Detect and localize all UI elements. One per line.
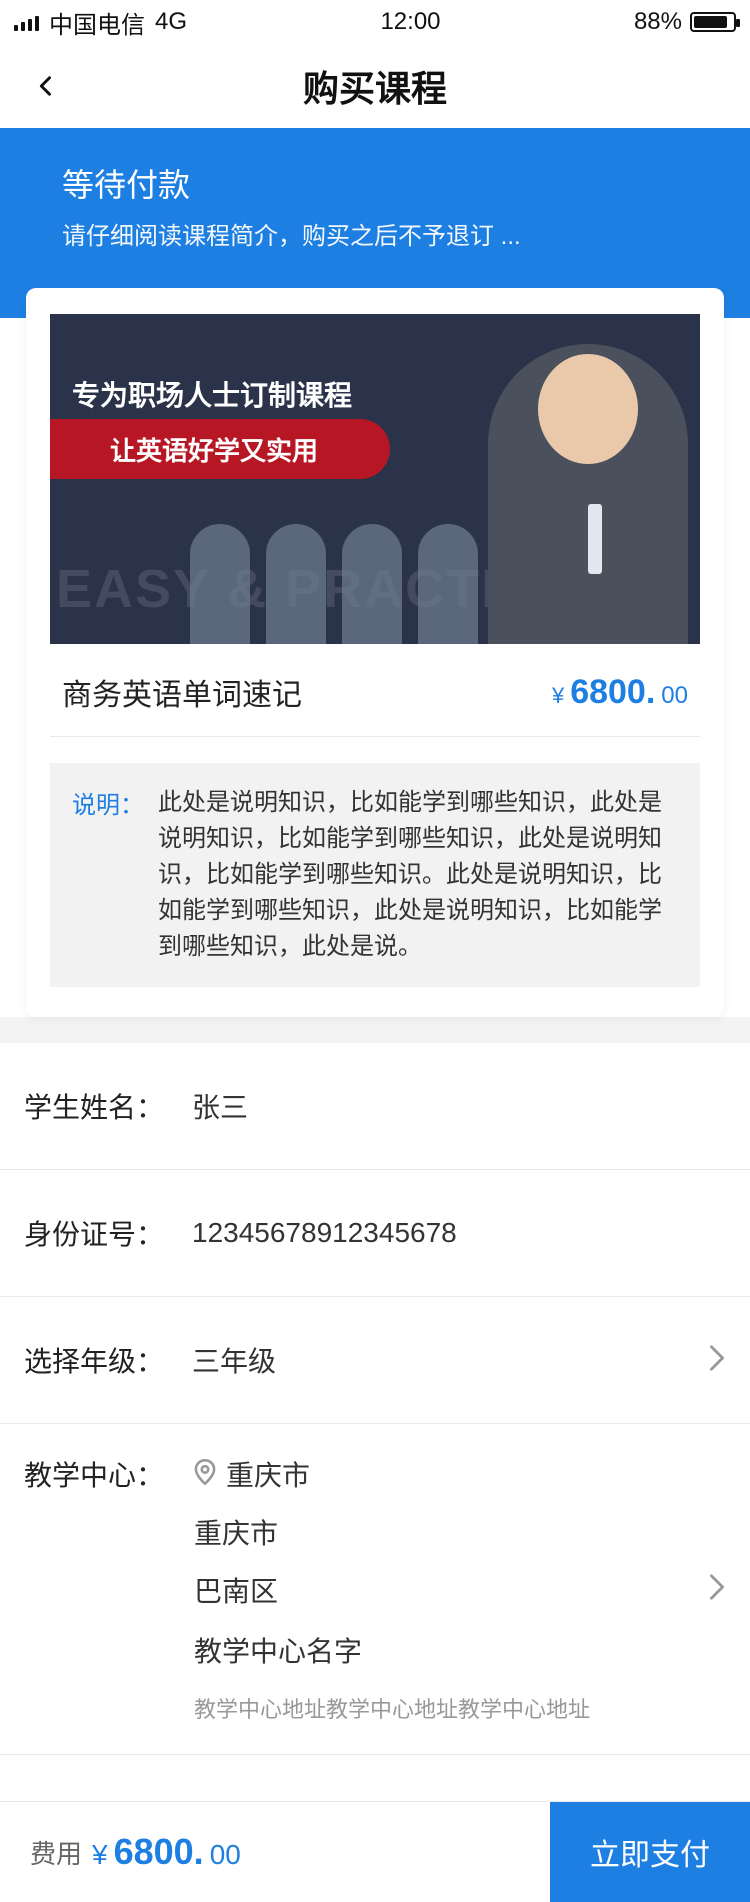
grade-label: 选择年级：	[24, 1346, 165, 1377]
price-integer: 6800.	[570, 672, 656, 711]
description-label: 说明：	[72, 792, 144, 819]
price-decimal: 00	[661, 681, 688, 709]
order-status-desc: 请仔细阅读课程简介，购买之后不予退订 ...	[62, 223, 521, 250]
center-address: 教学中心地址教学中心地址教学中心地址	[194, 1697, 591, 1722]
order-status-title: 等待付款	[62, 167, 191, 203]
checkout-bar: 费用 ¥ 6800. 00 立即支付	[0, 1801, 750, 1902]
course-image-ribbon: 让英语好学又实用	[50, 419, 390, 479]
province-text: 重庆市	[226, 1460, 311, 1491]
course-description-box: 说明： 此处是说明知识，比如能学到哪些知识，此处是说明知识，比如能学到哪些知识，…	[50, 763, 700, 987]
battery-icon	[690, 12, 740, 32]
student-name-value[interactable]: 张三	[192, 1086, 248, 1126]
id-number-left: 身份证号： 12345678912345678	[24, 1213, 457, 1253]
student-name-label: 学生姓名：	[24, 1092, 165, 1123]
chevron-right-icon	[710, 1344, 724, 1371]
network-text: 4G	[155, 8, 188, 35]
description-text: 此处是说明知识，比如能学到哪些知识，此处是说明知识，比如能学到哪些知识，此处是说…	[158, 789, 662, 960]
pay-button[interactable]: 立即支付	[550, 1802, 750, 1902]
fee-currency: ¥	[92, 1839, 108, 1870]
people-illustration	[190, 494, 490, 644]
page-title: 购买课程	[302, 68, 447, 109]
course-image: 专为职场人士订制课程 让英语好学又实用 EASY & PRACTICAL	[50, 314, 700, 644]
teaching-center-label: 教学中心：	[24, 1460, 165, 1491]
time-text: 12:00	[380, 8, 441, 35]
carrier-text: 中国电信	[49, 11, 145, 39]
teaching-center-left: 教学中心： 重庆市 重庆市 巴南区 教学中心名字 教学中心地址教学中心地址教学中…	[24, 1454, 590, 1724]
tie-illustration	[588, 504, 602, 574]
province-line: 重庆市	[194, 1454, 590, 1494]
grade-row[interactable]: 选择年级： 三年级	[0, 1297, 750, 1424]
grade-left: 选择年级： 三年级	[24, 1340, 276, 1380]
app-screen: 中国电信 4G 12:00 88% 购买课程 等待付款 请仔细阅读课程简介，购买…	[0, 0, 750, 1902]
back-button[interactable]	[28, 68, 64, 104]
course-image-headline: 专为职场人士订制课程	[72, 380, 353, 411]
teaching-center-row[interactable]: 教学中心： 重庆市 重庆市 巴南区 教学中心名字 教学中心地址教学中心地址教学中…	[0, 1424, 750, 1755]
section-separator	[0, 1017, 750, 1043]
student-name-row[interactable]: 学生姓名： 张三	[0, 1043, 750, 1170]
id-number-value[interactable]: 12345678912345678	[192, 1217, 457, 1249]
status-bar: 中国电信 4G 12:00 88%	[0, 0, 750, 44]
navigation-bar: 购买课程	[0, 44, 750, 128]
course-card: 专为职场人士订制课程 让英语好学又实用 EASY & PRACTICAL 商务英…	[26, 288, 724, 1017]
presenter-illustration	[488, 344, 688, 644]
signal-icon	[14, 13, 39, 31]
fee-label: 费用	[30, 1838, 83, 1869]
teaching-center-body: 重庆市 重庆市 巴南区 教学中心名字 教学中心地址教学中心地址教学中心地址	[194, 1454, 590, 1724]
teaching-center-head: 教学中心： 重庆市 重庆市 巴南区 教学中心名字 教学中心地址教学中心地址教学中…	[24, 1454, 726, 1724]
grade-value[interactable]: 三年级	[192, 1340, 276, 1380]
battery-wrap: 88%	[633, 8, 740, 36]
course-card-wrap: 专为职场人士订制课程 让英语好学又实用 EASY & PRACTICAL 商务英…	[0, 288, 750, 1017]
district-text: 巴南区	[194, 1576, 279, 1607]
fee-amount: ¥ 6800. 00	[92, 1831, 241, 1873]
student-form: 学生姓名： 张三 身份证号： 12345678912345678 选择年级： 三…	[0, 1043, 750, 1755]
price-currency: ¥	[551, 682, 565, 708]
status-left: 中国电信 4G	[14, 5, 187, 40]
course-title-row: 商务英语单词速记 ¥ 6800. 00	[50, 644, 700, 737]
location-pin-icon	[194, 1458, 216, 1490]
student-name-left: 学生姓名： 张三	[24, 1086, 248, 1126]
fee-area: 费用 ¥ 6800. 00	[0, 1802, 550, 1902]
chevron-right-icon	[710, 1573, 724, 1600]
city-text: 重庆市	[194, 1518, 279, 1549]
fee-integer: 6800.	[113, 1831, 204, 1872]
battery-percent: 88%	[633, 8, 682, 35]
fee-decimal: 00	[209, 1839, 241, 1870]
id-number-row[interactable]: 身份证号： 12345678912345678	[0, 1170, 750, 1297]
center-chevron[interactable]	[708, 1573, 726, 1606]
chevron-left-icon	[39, 76, 51, 96]
course-name: 商务英语单词速记	[62, 679, 302, 712]
course-price: ¥ 6800. 00	[552, 673, 688, 712]
id-number-label: 身份证号：	[24, 1219, 165, 1250]
center-name: 教学中心名字	[194, 1636, 363, 1667]
grade-chevron[interactable]	[708, 1344, 726, 1377]
